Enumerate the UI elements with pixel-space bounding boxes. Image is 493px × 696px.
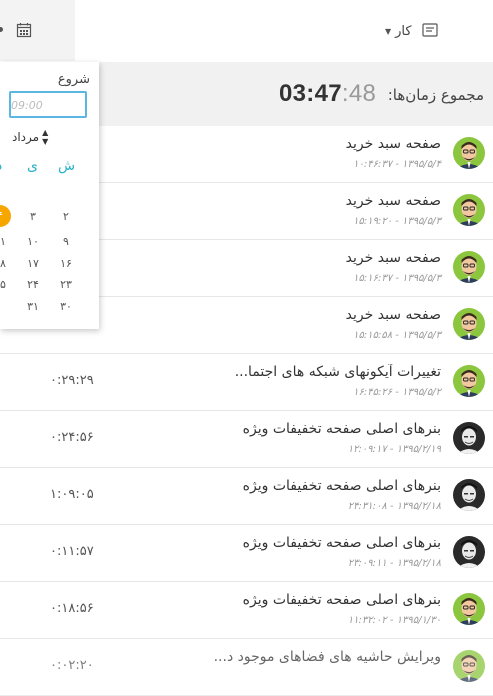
entry-title: صفحه سبد خرید xyxy=(345,136,441,152)
calendar-day[interactable]: ۳۱ xyxy=(22,300,44,313)
entry-duration: ۰:۲۹:۲۹ xyxy=(50,373,94,388)
avatar xyxy=(453,194,485,226)
avatar xyxy=(453,365,485,397)
calendar-day[interactable]: ۲۳ xyxy=(55,278,77,291)
calendar-day[interactable]: ۳ xyxy=(22,210,44,223)
entry-timestamp: ۱۳۹۵/۵/۳ - ۱۵:۱۶:۳۷ xyxy=(353,273,441,284)
entry-duration: ۱:۰۹:۰۵ xyxy=(50,487,94,502)
calendar-day-today[interactable]: ۴ xyxy=(0,205,11,227)
project-select[interactable]: کار ▼ xyxy=(385,22,412,40)
avatar xyxy=(453,308,485,340)
calendar-day[interactable]: ۲۴ xyxy=(22,278,44,291)
avatar xyxy=(453,536,485,568)
time-entry-row[interactable]: ویرایش حاشیه های فضاهای موجود د... ۰:۰۲:۲… xyxy=(0,639,493,696)
month-select[interactable]: ▲ ▼ مرداد xyxy=(12,128,48,146)
calendar-day[interactable]: ۲۵ xyxy=(0,278,11,291)
start-label: شروع xyxy=(57,72,90,87)
total-time-label: مجموع زمان‌ها: xyxy=(387,86,484,104)
start-date-popup: شروع 09:00 ▲▼ مرداد شید۲۳۴۹۱۰۱۱۱۶۱۷۱۸۲۳۲… xyxy=(0,62,99,329)
weekday-label: ی xyxy=(27,158,38,174)
toolbar-left-block xyxy=(0,0,75,61)
entry-timestamp: ۱۳۹۵/۱/۳۰ - ۱۱:۳۲:۰۲ xyxy=(347,615,441,626)
avatar xyxy=(453,593,485,625)
entry-title: بنرهای اصلی صفحه تخفیفات ویژه xyxy=(242,592,441,608)
avatar xyxy=(453,251,485,283)
entry-duration: ۰:۰۲:۲۰ xyxy=(50,658,94,673)
entry-timestamp: ۱۳۹۵/۲/۱۹ - ۱۲:۰۹:۱۷ xyxy=(347,444,441,455)
time-entry-row[interactable]: تغییرات آیکونهای شبکه های اجتما... ۱۳۹۵/۵… xyxy=(0,354,493,411)
entry-duration: ۰:۱۱:۵۷ xyxy=(50,544,94,559)
entry-title: بنرهای اصلی صفحه تخفیفات ویژه xyxy=(242,421,441,437)
month-label: مرداد xyxy=(12,130,40,144)
entry-title: صفحه سبد خرید xyxy=(345,250,441,266)
calendar-day[interactable]: ۱۰ xyxy=(22,235,44,248)
entry-title: بنرهای اصلی صفحه تخفیفات ویژه xyxy=(242,478,441,494)
toolbar: کار ▼ xyxy=(0,0,493,63)
calendar-day[interactable]: ۹ xyxy=(55,235,77,248)
entry-duration: ۰:۲۴:۵۶ xyxy=(50,430,94,445)
entry-timestamp: ۱۳۹۵/۵/۲ - ۱۶:۴۵:۲۶ xyxy=(353,387,441,398)
avatar xyxy=(453,479,485,511)
menu-dot-icon[interactable] xyxy=(0,27,3,32)
entry-timestamp: ۱۳۹۵/۲/۱۸ - ۲۴:۳۱:۰۸ xyxy=(347,501,441,512)
entry-title: صفحه سبد خرید xyxy=(345,307,441,323)
entry-duration: ۰:۱۸:۵۶ xyxy=(50,601,94,616)
sort-arrows-icon: ▲ ▼ xyxy=(42,128,49,146)
calendar-day[interactable]: ۱۸ xyxy=(0,257,11,270)
caret-down-icon: ▼ xyxy=(385,26,392,36)
calendar-icon[interactable] xyxy=(16,22,32,38)
entry-timestamp: ۱۳۹۵/۵/۳ - ۱۵:۱۵:۵۸ xyxy=(353,330,441,341)
project-select-label: کار xyxy=(395,23,412,39)
avatar xyxy=(453,137,485,169)
calendar-day[interactable]: ۳۰ xyxy=(55,300,77,313)
entry-timestamp: ۱۳۹۵/۵/۳ - ۱۵:۱۹:۲۰ xyxy=(353,216,441,227)
avatar xyxy=(453,422,485,454)
calendar-day[interactable]: ۱۶ xyxy=(55,257,77,270)
calendar-day[interactable]: ۲ xyxy=(55,210,77,223)
start-time-input[interactable]: 09:00 xyxy=(9,91,87,118)
time-entry-row[interactable]: بنرهای اصلی صفحه تخفیفات ویژه ۱۳۹۵/۲/۱۹ -… xyxy=(0,411,493,468)
entry-title: ویرایش حاشیه های فضاهای موجود د... xyxy=(213,649,441,665)
entry-timestamp: ۱۳۹۵/۵/۴ - ۱۰:۴۶:۳۷ xyxy=(353,159,441,170)
weekday-label: د xyxy=(0,158,2,174)
entry-title: تغییرات آیکونهای شبکه های اجتما... xyxy=(234,364,441,380)
entry-title: صفحه سبد خرید xyxy=(345,193,441,209)
time-entry-row[interactable]: بنرهای اصلی صفحه تخفیفات ویژه ۱۳۹۵/۲/۱۸ -… xyxy=(0,468,493,525)
weekday-label: ش xyxy=(58,158,76,174)
calendar-day[interactable]: ۱۱ xyxy=(0,235,11,248)
entry-timestamp: ۱۳۹۵/۲/۱۸ - ۲۳:۰۹:۱۱ xyxy=(347,558,441,569)
time-entry-row[interactable]: بنرهای اصلی صفحه تخفیفات ویژه ۱۳۹۵/۱/۳۰ -… xyxy=(0,582,493,639)
avatar xyxy=(453,650,485,682)
calendar-day[interactable]: ۱۷ xyxy=(22,257,44,270)
project-card-icon xyxy=(422,23,438,37)
time-entry-row[interactable]: بنرهای اصلی صفحه تخفیفات ویژه ۱۳۹۵/۲/۱۸ -… xyxy=(0,525,493,582)
total-time-value: 03:47:48 xyxy=(279,80,377,107)
entry-title: بنرهای اصلی صفحه تخفیفات ویژه xyxy=(242,535,441,551)
